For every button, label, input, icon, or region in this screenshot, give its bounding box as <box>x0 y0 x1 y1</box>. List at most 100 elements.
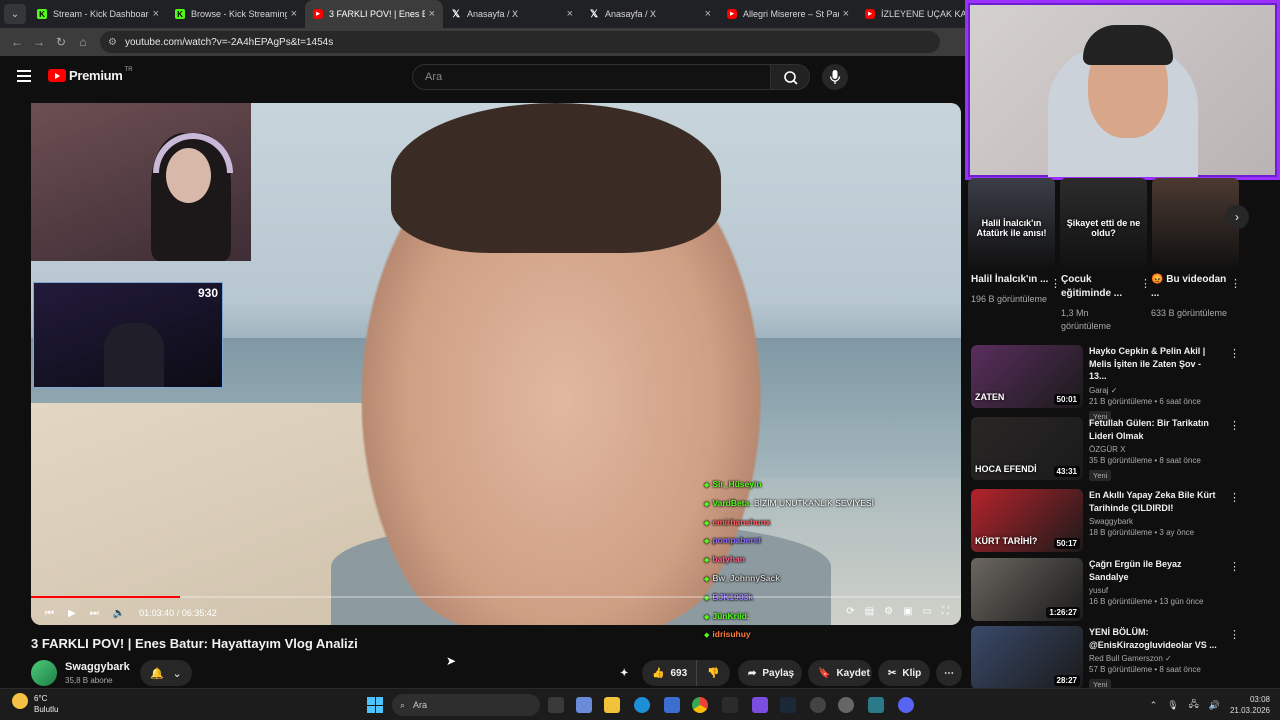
youtube-logo[interactable]: Premium TR <box>48 67 133 83</box>
tab-search-dropdown-icon[interactable]: ⌄ <box>4 4 26 24</box>
recommended-video[interactable]: HOCA EFENDİ 43:31 Fetullah Gülen: Bir Tari… <box>971 417 1271 481</box>
previous-icon[interactable]: ⏮ <box>45 608 54 619</box>
autoplay-icon[interactable]: ⟳ <box>846 606 854 617</box>
chat-username: Sir_Hüseyin <box>712 479 762 489</box>
sparkle-button[interactable]: ✦ <box>620 660 640 686</box>
app-icon[interactable] <box>576 697 592 713</box>
voice-search-button[interactable] <box>822 64 848 90</box>
next-icon[interactable]: ⏭ <box>90 608 99 619</box>
subtitles-icon[interactable]: ▤ <box>865 606 874 617</box>
recommended-video[interactable]: 1:26:27 Çağrı Ergün ile Beyaz Sandalye yus… <box>971 558 1271 622</box>
more-vert-icon[interactable]: ⋮ <box>1229 419 1240 432</box>
taskbar-search[interactable]: ⌕ Ara <box>392 694 540 716</box>
save-button[interactable]: 🔖 Kaydet <box>808 660 872 686</box>
short-thumbnail[interactable]: Halil İnalcık'ın Atatürk ile anısı! <box>968 178 1055 268</box>
viewer-count: 930 <box>197 286 218 300</box>
windows-start-icon[interactable] <box>367 697 383 713</box>
volume-icon[interactable]: 🔊 <box>1209 700 1220 711</box>
hamburger-menu-icon[interactable] <box>17 70 31 82</box>
microphone-icon[interactable]: 🎙 <box>1167 700 1178 711</box>
chat-message: ◆ Sir_Hüseyin <box>704 476 924 495</box>
recommended-video[interactable]: KÜRT TARİHİ? 50:17 En Akıllı Yapay Zeka Bi… <box>971 489 1271 553</box>
shelf-next-button[interactable]: › <box>1225 205 1249 229</box>
site-info-icon[interactable]: ⚙ <box>108 37 117 48</box>
browser-tab[interactable]: K Browse - Kick Streaming × <box>167 0 305 28</box>
video-thumbnail[interactable]: KÜRT TARİHİ? 50:17 <box>971 489 1083 552</box>
clip-button[interactable]: ✂ Klip <box>878 660 930 686</box>
settings-icon[interactable] <box>838 697 854 713</box>
chrome-icon[interactable] <box>692 697 708 713</box>
video-thumbnail[interactable]: 28:27 <box>971 626 1083 689</box>
short-thumbnail[interactable]: Şikayet etti de ne oldu? <box>1060 178 1147 268</box>
close-tab-icon[interactable]: × <box>567 8 573 20</box>
short-item[interactable]: Çocuk eğitiminde ... 1,3 Mn görüntüleme ⋮ <box>1061 273 1151 333</box>
store-icon[interactable] <box>664 697 680 713</box>
video-thumbnail[interactable]: HOCA EFENDİ 43:31 <box>971 417 1083 480</box>
video-progress-bar[interactable] <box>31 596 961 598</box>
task-view-icon[interactable] <box>548 697 564 713</box>
channel-name[interactable]: Swaggybark <box>65 661 130 673</box>
recommended-video[interactable]: ZATEN 50:01 Hayko Cepkin & Pelin Akil | Me… <box>971 345 1271 422</box>
video-thumbnail[interactable]: 1:26:27 <box>971 558 1083 621</box>
tab-title: 3 FARKLI POV! | Enes Batur <box>329 9 425 19</box>
like-button[interactable]: 👍 693 <box>642 660 696 686</box>
close-tab-icon[interactable]: × <box>153 8 159 20</box>
theater-icon[interactable]: ▭ <box>923 606 932 617</box>
address-bar[interactable]: ⚙ youtube.com/watch?v=-2A4hEPAgPs&t=1454… <box>100 31 940 53</box>
close-tab-icon[interactable]: × <box>429 8 435 20</box>
share-button[interactable]: ➦ Paylaş <box>738 660 802 686</box>
app-icon[interactable] <box>752 697 768 713</box>
more-vert-icon[interactable]: ⋮ <box>1229 347 1240 360</box>
edge-icon[interactable] <box>634 697 650 713</box>
more-vert-icon[interactable]: ⋮ <box>1230 277 1241 290</box>
youtube-play-icon <box>48 69 66 82</box>
short-item[interactable]: Halil İnalcık'ın ... 196 B görüntüleme ⋮ <box>971 273 1061 306</box>
more-vert-icon[interactable]: ⋮ <box>1140 277 1151 290</box>
video-duration: 1:26:27 <box>1046 607 1080 618</box>
browser-tab[interactable]: 𝕏 Anasayfa / X × <box>581 0 719 28</box>
app-icon[interactable] <box>810 697 826 713</box>
chat-message: ◆ VardBeta: BİZİM UNUTKANLIK SEVİYESİ <box>704 495 924 514</box>
close-tab-icon[interactable]: × <box>705 8 711 20</box>
close-tab-icon[interactable]: × <box>843 8 849 20</box>
settings-icon[interactable]: ⚙ <box>884 606 893 617</box>
app-icon[interactable] <box>868 697 884 713</box>
more-vert-icon[interactable]: ⋮ <box>1229 628 1240 641</box>
video-thumbnail[interactable]: ZATEN 50:01 <box>971 345 1083 408</box>
clock[interactable]: 03:08 21.03.2026 <box>1230 694 1270 716</box>
play-icon[interactable]: ▶ <box>68 608 76 619</box>
short-item[interactable]: 😡 Bu videodan ... 633 B görüntüleme ⋮ <box>1151 273 1241 320</box>
recommended-video[interactable]: 28:27 YENİ BÖLÜM: @EnisKirazogluvideolar … <box>971 626 1271 690</box>
volume-icon[interactable]: 🔈 <box>113 608 125 619</box>
search-button[interactable] <box>770 64 810 90</box>
kick-icon: K <box>37 9 47 19</box>
network-icon[interactable]: 🖧 <box>1189 697 1199 713</box>
share-label: Paylaş <box>762 667 795 679</box>
back-icon[interactable]: ← <box>6 35 28 49</box>
subscriber-count: 35,8 B abone <box>65 676 113 685</box>
browser-tab[interactable]: 𝕏 Anasayfa / X × <box>443 0 581 28</box>
obs-app-icon[interactable] <box>722 697 738 713</box>
discord-icon[interactable] <box>898 697 914 713</box>
more-actions-button[interactable]: ⋯ <box>936 660 962 686</box>
weather-widget[interactable]: 6°C Bulutlu <box>12 693 58 715</box>
file-explorer-icon[interactable] <box>604 697 620 713</box>
fullscreen-icon[interactable]: ⛶ <box>942 606 949 617</box>
more-vert-icon[interactable]: ⋮ <box>1229 560 1240 573</box>
channel-avatar[interactable] <box>31 660 57 686</box>
steam-icon[interactable] <box>780 697 796 713</box>
chevron-up-icon[interactable]: ⌃ <box>1150 700 1158 711</box>
forward-icon[interactable]: → <box>28 35 50 49</box>
miniplayer-icon[interactable]: ▣ <box>903 606 912 617</box>
reload-icon[interactable]: ↻ <box>50 35 72 49</box>
more-vert-icon[interactable]: ⋮ <box>1229 491 1240 504</box>
home-icon[interactable]: ⌂ <box>72 35 94 49</box>
browser-tab[interactable]: K Stream - Kick Dashboard × <box>29 0 167 28</box>
more-vert-icon[interactable]: ⋮ <box>1050 277 1061 290</box>
dislike-button[interactable]: 👎 <box>696 660 730 686</box>
browser-tab[interactable]: ▶ Allegri Miserere – St Paul's × <box>719 0 857 28</box>
close-tab-icon[interactable]: × <box>291 8 297 20</box>
browser-tab[interactable]: ▶ 3 FARKLI POV! | Enes Batur × <box>305 0 443 28</box>
notification-bell-button[interactable]: 🔔 ⌄ <box>140 660 192 686</box>
search-input[interactable]: Ara <box>412 64 770 90</box>
